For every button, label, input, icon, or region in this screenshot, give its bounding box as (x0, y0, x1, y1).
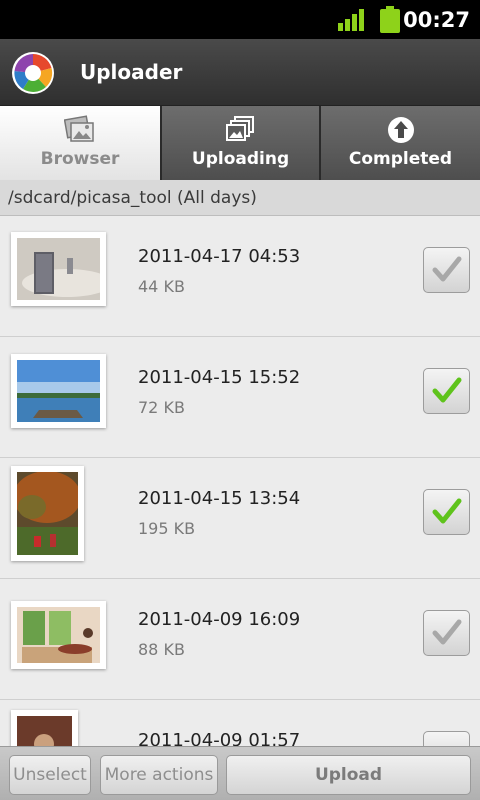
file-size: 72 KB (138, 398, 185, 417)
thumbnail (11, 354, 106, 428)
file-date: 2011-04-09 01:57 (138, 730, 301, 746)
checkmark-icon (432, 256, 462, 282)
clock: 00:27 (403, 8, 470, 32)
select-checkbox[interactable] (423, 610, 470, 656)
picasa-logo-icon (12, 52, 54, 94)
action-bar: Unselect More actions Upload (0, 746, 480, 800)
select-checkbox[interactable] (423, 489, 470, 535)
tab-bar: Browser Uploading Completed (0, 106, 480, 180)
checkmark-icon (432, 377, 462, 403)
file-date: 2011-04-09 16:09 (138, 609, 301, 630)
upload-button[interactable]: Upload (226, 755, 471, 795)
window-lounge-photo-icon (17, 607, 100, 663)
stacked-photos-icon (225, 116, 254, 141)
select-checkbox[interactable] (423, 368, 470, 414)
tab-browser[interactable]: Browser (0, 106, 160, 180)
select-checkbox[interactable] (423, 731, 470, 746)
thumbnail (11, 466, 84, 561)
tab-label: Completed (348, 149, 453, 169)
file-list[interactable]: 2011-04-17 04:53 44 KB 2011-04-15 15:52 … (0, 216, 480, 746)
unselect-button[interactable]: Unselect (9, 755, 91, 795)
list-item[interactable]: 2011-04-15 13:54 195 KB (0, 458, 480, 579)
file-size: 195 KB (138, 519, 196, 538)
list-item[interactable]: 2011-04-17 04:53 44 KB (0, 216, 480, 337)
upload-arrow-icon (387, 117, 414, 143)
app-header: Uploader (0, 39, 480, 106)
file-size: 88 KB (138, 640, 185, 659)
portrait-photo-icon (17, 716, 72, 746)
lake-pier-photo-icon (17, 360, 100, 422)
photos-icon (64, 115, 94, 142)
file-date: 2011-04-15 15:52 (138, 367, 301, 388)
battery-icon (380, 6, 400, 33)
foggy-tower-photo-icon (17, 238, 100, 300)
list-item[interactable]: 2011-04-09 16:09 88 KB (0, 579, 480, 700)
thumbnail (11, 601, 106, 669)
checkmark-icon (432, 619, 462, 645)
file-date: 2011-04-15 13:54 (138, 488, 301, 509)
thumbnail (11, 710, 78, 746)
file-date: 2011-04-17 04:53 (138, 246, 301, 267)
path-bar: /sdcard/picasa_tool (All days) (0, 180, 480, 216)
tab-completed[interactable]: Completed (321, 106, 480, 180)
select-checkbox[interactable] (423, 247, 470, 293)
current-path: /sdcard/picasa_tool (All days) (8, 188, 257, 208)
file-size: 44 KB (138, 277, 185, 296)
checkmark-icon (432, 498, 462, 524)
more-actions-button[interactable]: More actions (100, 755, 218, 795)
tab-label: Uploading (191, 149, 290, 169)
thumbnail (11, 232, 106, 306)
tab-uploading[interactable]: Uploading (162, 106, 319, 180)
tab-label: Browser (40, 149, 120, 169)
list-item[interactable]: 2011-04-09 01:57 (0, 700, 480, 746)
autumn-park-photo-icon (17, 472, 78, 555)
signal-bars-icon (338, 9, 364, 31)
list-item[interactable]: 2011-04-15 15:52 72 KB (0, 337, 480, 458)
app-title: Uploader (80, 60, 183, 84)
status-bar: 00:27 (0, 0, 480, 39)
